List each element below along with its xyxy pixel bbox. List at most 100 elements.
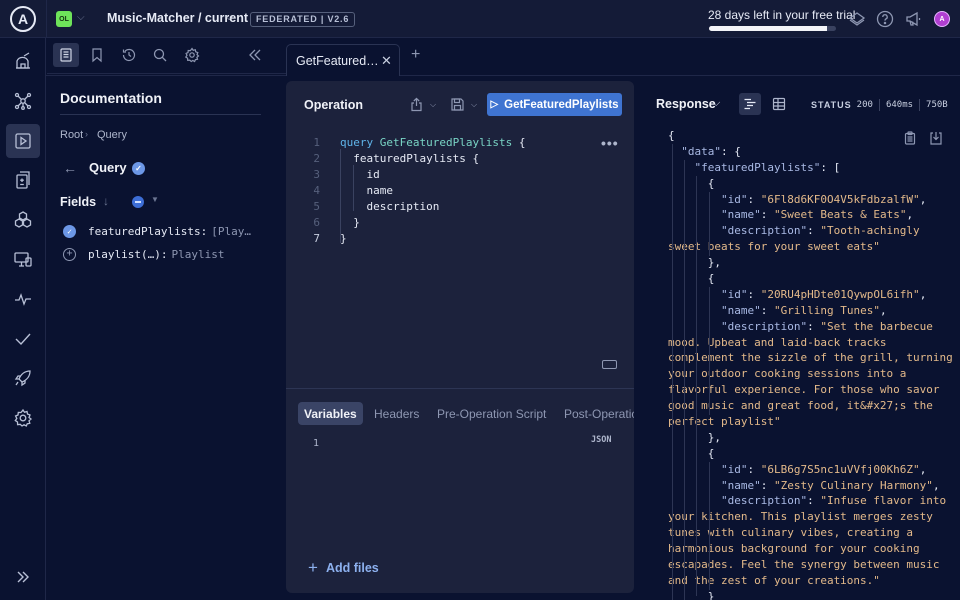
rail-item-launches[interactable] bbox=[6, 361, 40, 395]
json-mode-label[interactable]: JSON bbox=[591, 435, 611, 445]
new-tab-plus-icon[interactable]: + bbox=[411, 46, 420, 64]
tab-operation[interactable]: GetFeatured… ✕ bbox=[286, 44, 400, 76]
response-line: perfect playlist" bbox=[668, 414, 960, 430]
breadcrumb-query[interactable]: Query bbox=[97, 129, 127, 141]
json-view-button[interactable] bbox=[739, 93, 761, 115]
response-body[interactable]: { "data": { "featuredPlaylists": [ { "id… bbox=[668, 128, 960, 600]
search-tab[interactable] bbox=[147, 43, 173, 67]
graph-chevron-down-icon[interactable]: ⌵ bbox=[225, 11, 233, 24]
layers-icon[interactable] bbox=[848, 10, 866, 28]
check-icon bbox=[15, 333, 31, 346]
rail-item-clients[interactable] bbox=[6, 242, 40, 276]
variables-line-number: 1 bbox=[313, 438, 320, 449]
rail-item-explorer[interactable] bbox=[6, 124, 40, 158]
field-type[interactable]: [Play… bbox=[211, 225, 251, 238]
rail-item-home[interactable] bbox=[6, 44, 40, 78]
play-icon: ▷ bbox=[490, 99, 499, 110]
rocket-icon bbox=[14, 370, 31, 387]
field-row[interactable]: ✓ featuredPlaylists: [Play… bbox=[63, 223, 251, 239]
indent-guide bbox=[672, 144, 673, 600]
field-row[interactable]: + playlist(…): Playlist bbox=[63, 246, 224, 262]
rail-item-subgraphs[interactable] bbox=[6, 203, 40, 237]
line-number: 3 bbox=[313, 168, 320, 181]
json-punct: : bbox=[747, 462, 761, 476]
megaphone-icon[interactable] bbox=[904, 10, 922, 28]
json-string: sweet beats for your sweet eats" bbox=[668, 240, 880, 254]
tab-variables[interactable]: Variables bbox=[298, 402, 363, 425]
json-punct: } bbox=[668, 589, 715, 600]
chevron-down-icon[interactable]: ▼ bbox=[151, 195, 159, 204]
tab-pre-operation-script[interactable]: Pre-Operation Script bbox=[431, 402, 552, 425]
json-punct: : bbox=[760, 478, 774, 492]
help-icon[interactable] bbox=[876, 10, 894, 28]
json-punct: , bbox=[906, 208, 914, 222]
history-tab[interactable] bbox=[116, 43, 142, 67]
breadcrumb-separator-icon: › bbox=[85, 129, 88, 139]
sort-arrow-icon[interactable]: ↓ bbox=[103, 194, 109, 208]
back-arrow-icon[interactable]: ← bbox=[63, 160, 77, 176]
deselect-all-icon[interactable] bbox=[132, 196, 144, 208]
apollo-logo-icon[interactable]: A bbox=[10, 6, 36, 32]
org-chevron-down-icon[interactable]: ⌵ bbox=[77, 12, 85, 23]
json-punct: : bbox=[760, 303, 774, 317]
code-line[interactable]: 6 } bbox=[286, 216, 634, 232]
response-line: "id": "6Fl8d6KF0O4V5kFdbzalfW", bbox=[668, 192, 960, 208]
code-token: { bbox=[512, 136, 526, 149]
rail-item-schema[interactable] bbox=[6, 84, 40, 118]
keyboard-icon[interactable] bbox=[602, 360, 617, 369]
table-view-button[interactable] bbox=[768, 93, 790, 115]
settings-tab[interactable] bbox=[179, 43, 205, 67]
save-chevron-down-icon[interactable]: ⌵ bbox=[471, 100, 477, 110]
code-line[interactable]: 5 description bbox=[286, 200, 634, 216]
rail-item-settings[interactable] bbox=[6, 401, 40, 435]
selected-check-icon[interactable]: ✓ bbox=[63, 224, 76, 238]
response-line: "name": "Sweet Beats & Eats", bbox=[668, 207, 960, 223]
response-title[interactable]: Response bbox=[656, 97, 716, 111]
tab-headers[interactable]: Headers bbox=[368, 402, 425, 425]
code-line[interactable]: 2 featuredPlaylists { bbox=[286, 152, 634, 168]
operation-panel: Operation ⌵ ⌵ ▷ GetFeaturedPlaylists 1 qu… bbox=[286, 81, 634, 593]
code-token: } bbox=[340, 216, 360, 229]
field-type[interactable]: Playlist bbox=[171, 248, 224, 261]
expand-nav-button[interactable] bbox=[6, 560, 40, 594]
code-line[interactable]: 1 query GetFeaturedPlaylists { bbox=[286, 136, 634, 152]
share-chevron-down-icon[interactable]: ⌵ bbox=[430, 100, 436, 110]
field-name: featuredPlaylists: bbox=[88, 224, 208, 238]
collections-tab[interactable] bbox=[84, 43, 110, 67]
divider bbox=[919, 99, 921, 111]
collapse-panel-button[interactable] bbox=[242, 43, 268, 67]
rail-item-checks[interactable] bbox=[6, 322, 40, 356]
add-field-icon[interactable]: + bbox=[63, 247, 76, 261]
bookmark-icon bbox=[92, 48, 102, 63]
more-options-icon[interactable]: ••• bbox=[601, 135, 619, 151]
trial-text[interactable]: 28 days left in your free trial bbox=[708, 8, 855, 22]
json-key: "id" bbox=[720, 192, 748, 206]
collapse-icon bbox=[249, 49, 261, 61]
add-files-button[interactable]: + Add files bbox=[308, 558, 379, 578]
response-size: 750B bbox=[926, 100, 948, 110]
user-avatar[interactable]: A bbox=[934, 11, 950, 27]
response-chevron-down-icon[interactable]: ⌵ bbox=[712, 97, 720, 110]
share-icon[interactable] bbox=[409, 97, 424, 117]
tab-post-operation-script[interactable]: Post-Operation Script bbox=[558, 402, 634, 425]
code-line[interactable]: 3 id bbox=[286, 168, 634, 184]
code-text: featuredPlaylists { bbox=[340, 152, 479, 168]
breadcrumb-root[interactable]: Root bbox=[60, 129, 83, 141]
indent-guide bbox=[709, 192, 710, 256]
rail-item-changelog[interactable] bbox=[6, 163, 40, 197]
json-key: "description" bbox=[720, 494, 808, 508]
rail-item-insights[interactable] bbox=[6, 282, 40, 316]
json-string: harmonious background for your cooking bbox=[668, 542, 920, 556]
code-line[interactable]: 7} bbox=[286, 232, 634, 248]
response-line: good music and great food, it&#x27;s the bbox=[668, 398, 960, 414]
check-circle-icon: ✓ bbox=[132, 162, 145, 175]
documentation-tab[interactable] bbox=[53, 43, 79, 67]
run-operation-button[interactable]: ▷ GetFeaturedPlaylists bbox=[487, 93, 622, 116]
response-line: complement the sizzle of the grill, turn… bbox=[668, 350, 960, 366]
save-icon[interactable] bbox=[450, 97, 465, 117]
close-icon[interactable]: ✕ bbox=[381, 53, 392, 69]
editor-divider[interactable] bbox=[286, 388, 634, 389]
code-line[interactable]: 4 name bbox=[286, 184, 634, 200]
operation-editor[interactable]: 1 query GetFeaturedPlaylists {2 featuredP… bbox=[286, 127, 634, 377]
org-badge[interactable]: OL bbox=[56, 11, 72, 27]
